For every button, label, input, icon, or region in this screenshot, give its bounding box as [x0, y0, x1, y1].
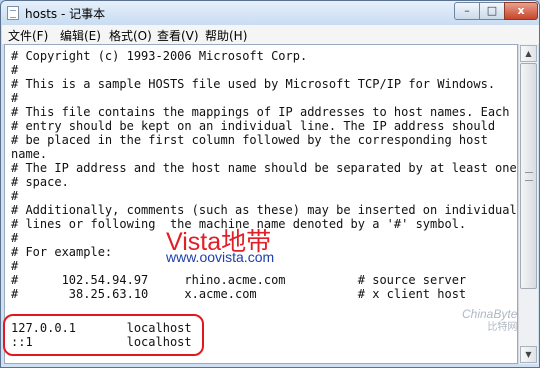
text-line: # This file contains the mappings of IP … — [11, 105, 510, 119]
vertical-scrollbar[interactable]: ▲ ▼ — [518, 44, 538, 364]
window-title: hosts - 记事本 — [25, 7, 106, 21]
text-line: # The IP address and the host name shoul… — [11, 161, 517, 175]
text-line: # — [11, 259, 19, 273]
scroll-thumb[interactable] — [520, 63, 537, 289]
text-line: # space. — [11, 175, 69, 189]
localhost-highlight — [3, 314, 204, 356]
corner-watermark-name: ChinaByte — [462, 307, 518, 321]
notepad-window: hosts - 记事本 – □ x 文件(F) 编辑(E) 格式(O) 查看(V… — [0, 0, 540, 368]
text-line: # be placed in the first column followed… — [11, 133, 488, 147]
maximize-button[interactable]: □ — [479, 2, 505, 20]
corner-watermark: ChinaByte 比特网 — [462, 308, 517, 334]
menu-edit[interactable]: 编辑(E) — [60, 27, 101, 44]
text-line: # — [11, 91, 19, 105]
text-line: # Additionally, comments (such as these)… — [11, 203, 517, 217]
text-line: # — [11, 63, 19, 77]
menu-view[interactable]: 查看(V) — [157, 27, 199, 44]
text-line: # Copyright (c) 1993-2006 Microsoft Corp… — [11, 49, 308, 63]
text-line: # — [11, 189, 19, 203]
text-line: # 102.54.94.97 rhino.acme.com # source s… — [11, 273, 467, 287]
scroll-up-icon[interactable]: ▲ — [520, 45, 537, 62]
title-bar[interactable]: hosts - 记事本 – □ x — [1, 1, 539, 25]
watermark-url: www.oovista.com — [166, 249, 275, 265]
scroll-down-icon[interactable]: ▼ — [520, 346, 537, 363]
minimize-button[interactable]: – — [454, 2, 480, 20]
corner-watermark-sub: 比特网 — [487, 322, 518, 333]
notepad-icon — [7, 6, 19, 20]
close-button[interactable]: x — [504, 2, 538, 20]
text-line: # — [11, 231, 19, 245]
text-line: # For example: — [11, 245, 113, 259]
text-line: # 38.25.63.10 x.acme.com # x client host — [11, 287, 467, 301]
text-line: name. — [11, 147, 48, 161]
menu-bar: 文件(F) 编辑(E) 格式(O) 查看(V) 帮助(H) — [2, 25, 539, 45]
menu-format[interactable]: 格式(O) — [109, 27, 152, 44]
text-line: # This is a sample HOSTS file used by Mi… — [11, 77, 496, 91]
text-line: # entry should be kept on an individual … — [11, 119, 496, 133]
menu-file[interactable]: 文件(F) — [8, 27, 48, 44]
grip-icon — [525, 172, 533, 181]
menu-help[interactable]: 帮助(H) — [205, 27, 247, 44]
